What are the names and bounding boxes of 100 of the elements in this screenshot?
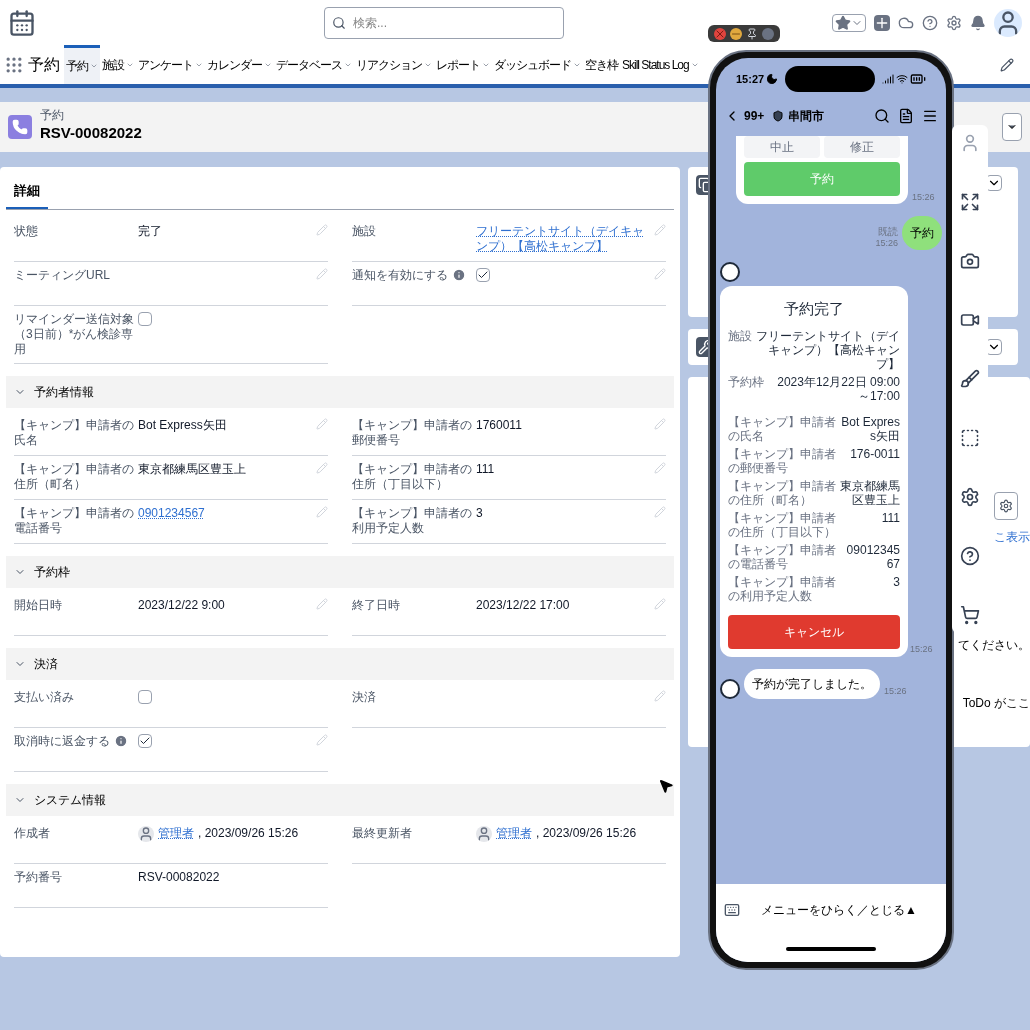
card-label: 予約枠 xyxy=(728,374,764,391)
detail-tab[interactable]: 詳細 xyxy=(6,175,48,209)
moon-icon xyxy=(766,73,779,85)
chat-title: 串間市 xyxy=(788,108,825,125)
user-link[interactable]: 管理者 xyxy=(496,826,532,841)
edit-icon[interactable] xyxy=(1000,57,1014,72)
field-label: ミーティングURL xyxy=(14,267,110,283)
nav-tab[interactable]: データベース xyxy=(274,45,354,84)
field-label: 【キャンプ】申請者の電話番号 xyxy=(14,505,135,536)
nav-tab[interactable]: 施設 xyxy=(100,45,136,84)
card-label: 【キャンプ】申請者の郵便番号 xyxy=(728,446,836,475)
section-header[interactable]: 決済 xyxy=(6,647,674,680)
object-label: 予約 xyxy=(40,109,65,123)
nav-tab[interactable]: Skill Status Log xyxy=(620,45,701,84)
field-label: 【キャンプ】申請者の郵便番号 xyxy=(352,417,473,448)
favorites-icon[interactable] xyxy=(835,14,851,31)
message-time: 15:26 xyxy=(912,190,935,204)
settings-icon[interactable] xyxy=(946,14,962,31)
nav-tab[interactable]: リアクション xyxy=(354,45,434,84)
info-icon[interactable] xyxy=(452,267,466,282)
section-header[interactable]: 予約枠 xyxy=(6,555,674,588)
signal-icon xyxy=(882,73,894,85)
section-header[interactable]: 予約者情報 xyxy=(6,375,674,408)
pin-icon[interactable] xyxy=(746,27,758,40)
field-value: , 2023/09/26 15:26 xyxy=(536,826,637,841)
field-value: 完了 xyxy=(138,223,162,239)
checkbox[interactable] xyxy=(138,689,152,704)
nav-tab[interactable]: 予約 xyxy=(64,45,100,84)
user-icon[interactable] xyxy=(960,133,980,153)
field-label: 取消時に返金する xyxy=(14,733,110,749)
bell-icon[interactable] xyxy=(970,14,986,31)
cart-icon[interactable] xyxy=(960,605,980,625)
card-label: 施設 xyxy=(728,328,752,345)
nav-tab[interactable]: アンケート xyxy=(136,45,205,84)
camera-icon[interactable] xyxy=(960,251,980,271)
settings-icon[interactable] xyxy=(960,487,980,507)
app-logo-icon xyxy=(8,8,36,37)
field-label: 【キャンプ】申請者の住所（町名） xyxy=(14,461,135,492)
field-label: 支払い済み xyxy=(14,689,74,705)
card-label: 【キャンプ】申請者の電話番号 xyxy=(728,542,836,571)
nav-tab[interactable]: 空き枠 xyxy=(583,45,620,84)
nav-tab[interactable]: カレンダー xyxy=(205,45,274,84)
field-value: 2023/12/22 9:00 xyxy=(138,597,225,613)
field-label: 施設 xyxy=(352,223,376,239)
menu-icon[interactable] xyxy=(922,108,938,124)
card-label: 【キャンプ】申請者の氏名 xyxy=(728,414,836,443)
settings-icon[interactable] xyxy=(994,492,1018,520)
chat-button[interactable]: 中止 xyxy=(744,136,820,158)
checkbox[interactable] xyxy=(138,311,152,326)
cancel-button[interactable]: キャンセル xyxy=(728,614,900,649)
card-value: Bot Express矢田 xyxy=(840,414,900,443)
search-field[interactable]: 検索... xyxy=(324,6,564,39)
field-value: 3 xyxy=(476,505,483,521)
user-message: 予約 xyxy=(902,216,942,250)
document-icon[interactable] xyxy=(898,108,914,124)
read-receipt: 既読 xyxy=(878,226,898,237)
info-icon[interactable] xyxy=(114,733,128,748)
shield-icon xyxy=(772,110,785,122)
message-text: てください。 xyxy=(958,637,1030,654)
section-header[interactable]: システム情報 xyxy=(6,783,674,816)
battery-icon xyxy=(910,71,926,87)
status-time: 15:27 xyxy=(736,71,765,87)
field-value: 1760011 xyxy=(476,417,522,433)
unread-count[interactable]: 99+ xyxy=(744,107,765,125)
card-label: 【キャンプ】申請者の住所（丁目以下） xyxy=(728,510,836,539)
user-link[interactable]: 管理者 xyxy=(158,826,194,841)
card-label: 【キャンプ】申請者の利用予定人数 xyxy=(728,574,836,603)
nav-tab[interactable]: ダッシュボード xyxy=(492,45,583,84)
brush-icon[interactable] xyxy=(960,369,980,389)
bot-avatar-icon xyxy=(720,678,740,699)
checkbox[interactable] xyxy=(138,733,152,748)
expand-icon[interactable] xyxy=(960,192,980,212)
minimize-icon[interactable] xyxy=(730,27,742,40)
keyboard-icon[interactable] xyxy=(724,902,740,918)
chat-button[interactable]: 修正 xyxy=(824,136,900,158)
card-value: 111 xyxy=(880,510,900,527)
card-value: 東京都練馬区豊玉上 xyxy=(840,478,900,507)
field-value: RSV-00082022 xyxy=(138,869,220,885)
menu-toggle[interactable]: メニューをひらく／とじる▲ xyxy=(740,901,938,919)
search-icon[interactable] xyxy=(874,108,890,124)
message-time: 15:26 xyxy=(875,236,898,250)
field-label: 予約番号 xyxy=(14,869,62,885)
card-value: 3 xyxy=(892,574,900,591)
search-icon xyxy=(332,15,346,30)
message-time: 15:26 xyxy=(884,685,907,698)
card-value: 09012345 67 xyxy=(845,542,900,571)
field-label: 【キャンプ】申請者の利用予定人数 xyxy=(352,505,473,536)
help-icon[interactable] xyxy=(960,546,980,566)
link[interactable]: こ表示 xyxy=(994,528,1030,546)
field-link[interactable]: 0901234567 xyxy=(138,505,205,521)
card-label: 【キャンプ】申請者の住所（町名） xyxy=(728,478,836,507)
add-icon[interactable] xyxy=(874,14,890,31)
field-label: リマインダー送信対象（3日前）*がん検診専用 xyxy=(14,311,135,357)
field-link[interactable]: フリーテントサイト（デイキャンプ）【高松キャンプ】 xyxy=(476,223,654,254)
close-icon[interactable] xyxy=(714,27,726,40)
checkbox[interactable] xyxy=(476,267,490,282)
nav-tab[interactable]: レポート xyxy=(434,45,492,84)
avatar-icon[interactable] xyxy=(994,8,1022,37)
help-icon[interactable] xyxy=(922,14,938,31)
selection-icon[interactable] xyxy=(960,428,980,448)
